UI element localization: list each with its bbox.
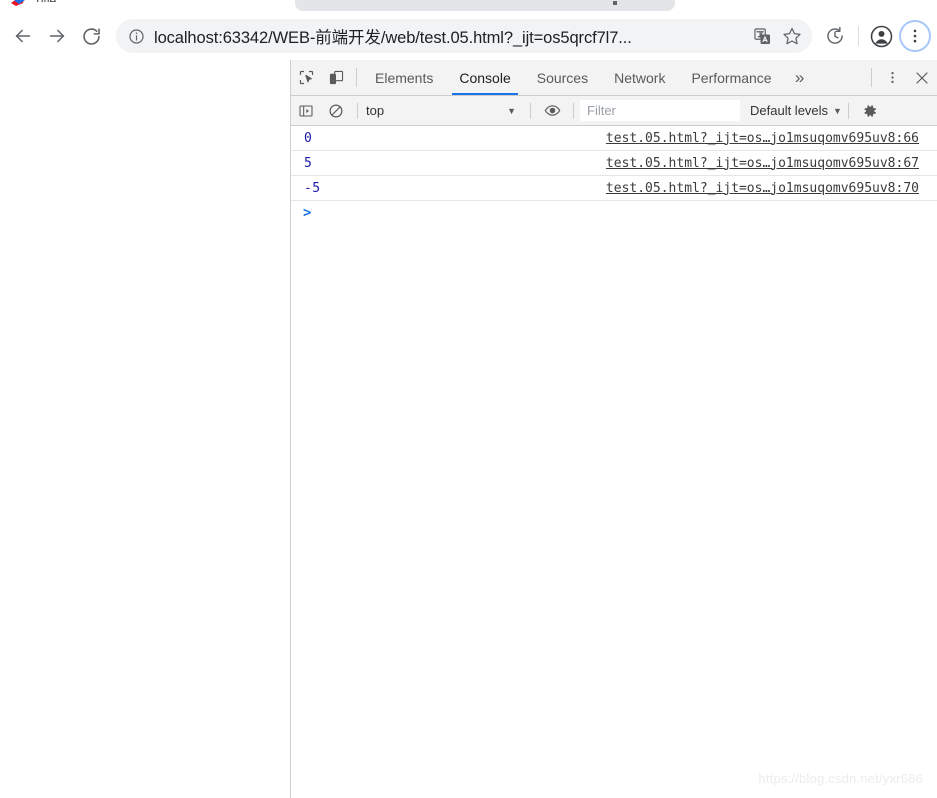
tab-overflow-chevron-icon[interactable]: » <box>785 60 815 95</box>
reload-button[interactable] <box>74 19 108 53</box>
console-settings-gear-icon[interactable] <box>855 97 885 125</box>
tab-sources-label: Sources <box>536 69 589 86</box>
console-source-link[interactable]: test.05.html?_ijt=os…jo1msuqomv695uv8:70 <box>606 181 919 196</box>
console-toolbar-divider-4 <box>847 102 849 119</box>
tab-console-label: Console <box>459 69 511 86</box>
forward-button[interactable] <box>40 19 74 53</box>
console-filter-placeholder: Filter <box>587 103 616 118</box>
console-source-link[interactable]: test.05.html?_ijt=os…jo1msuqomv695uv8:66 <box>606 131 919 146</box>
chevron-down-icon: ▼ <box>507 105 516 116</box>
profile-avatar-icon[interactable] <box>865 20 897 52</box>
tabbar-divider-right <box>871 68 872 87</box>
site-favicon <box>10 0 26 10</box>
log-levels-label: Default levels <box>750 103 829 118</box>
log-levels-select[interactable]: Default levels ▼ <box>750 103 842 118</box>
console-message-list[interactable]: 0 test.05.html?_ijt=os…jo1msuqomv695uv8:… <box>291 126 937 798</box>
omnibox-dropdown-sliver <box>295 0 675 11</box>
execution-context-select[interactable]: top ▼ <box>364 103 524 118</box>
bookmark-star-icon[interactable] <box>778 22 806 50</box>
console-toolbar-divider-3 <box>573 102 574 119</box>
tab-performance-label: Performance <box>691 69 772 86</box>
dropdown-marker-icon <box>613 1 617 5</box>
url-text[interactable]: localhost:63342/WEB-前端开发/web/test.05.htm… <box>154 24 746 48</box>
console-message-value: -5 <box>304 180 321 196</box>
console-row[interactable]: -5 test.05.html?_ijt=os…jo1msuqomv695uv8… <box>291 176 937 201</box>
console-filter-input[interactable]: Filter <box>580 100 740 121</box>
tab-strip: Title <box>0 0 937 12</box>
console-message-value: 5 <box>304 155 313 171</box>
console-source-link[interactable]: test.05.html?_ijt=os…jo1msuqomv695uv8:67 <box>606 156 919 171</box>
browser-window: Title <box>0 0 937 798</box>
site-info-icon[interactable] <box>126 26 146 46</box>
console-sidebar-toggle-icon[interactable] <box>291 97 321 125</box>
console-row[interactable]: 5 test.05.html?_ijt=os…jo1msuqomv695uv8:… <box>291 151 937 176</box>
devtools-close-icon[interactable] <box>907 60 937 95</box>
console-input-prompt[interactable]: > <box>291 201 937 225</box>
tabbar-spacer <box>815 60 866 95</box>
tab-title[interactable]: Title <box>34 0 124 2</box>
chevron-down-icon-levels: ▼ <box>833 105 842 116</box>
tab-console[interactable]: Console <box>446 60 523 95</box>
console-toolbar-divider-2 <box>530 102 531 119</box>
browser-toolbar: localhost:63342/WEB-前端开发/web/test.05.htm… <box>0 12 937 60</box>
tab-elements[interactable]: Elements <box>362 60 446 95</box>
chrome-menu-button[interactable] <box>899 20 931 52</box>
console-toolbar-divider-1 <box>357 102 358 119</box>
watermark-text: https://blog.csdn.net/yxr686 <box>758 771 923 786</box>
devtools-tabbar: Elements Console Sources Network Perform… <box>291 60 937 96</box>
prompt-chevron-icon: > <box>303 205 312 221</box>
devtools-panel: Elements Console Sources Network Perform… <box>291 60 937 798</box>
tab-sources[interactable]: Sources <box>524 60 601 95</box>
history-sync-icon[interactable] <box>818 19 852 53</box>
device-toolbar-icon[interactable] <box>321 60 351 95</box>
back-button[interactable] <box>6 19 40 53</box>
clear-console-icon[interactable] <box>321 97 351 125</box>
live-expression-eye-icon[interactable] <box>537 97 567 125</box>
tab-performance[interactable]: Performance <box>678 60 784 95</box>
execution-context-value: top <box>366 103 385 118</box>
console-row[interactable]: 0 test.05.html?_ijt=os…jo1msuqomv695uv8:… <box>291 126 937 151</box>
console-toolbar: top ▼ Filter Default levels ▼ <box>291 96 937 126</box>
tabbar-divider <box>356 68 357 87</box>
toolbar-divider <box>858 26 859 46</box>
devtools-more-options-icon[interactable] <box>877 60 907 95</box>
tab-network-label: Network <box>614 69 666 86</box>
tab-network[interactable]: Network <box>601 60 678 95</box>
page-viewport <box>0 60 291 798</box>
console-message-value: 0 <box>304 130 313 146</box>
inspect-element-icon[interactable] <box>291 60 321 95</box>
tab-elements-label: Elements <box>375 69 434 86</box>
address-bar[interactable]: localhost:63342/WEB-前端开发/web/test.05.htm… <box>116 19 812 53</box>
translate-icon[interactable] <box>748 22 776 50</box>
